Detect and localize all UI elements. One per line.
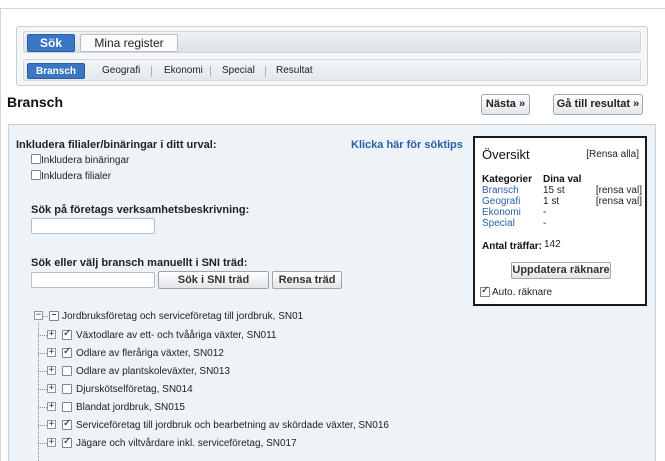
expand-icon[interactable]: +: [47, 366, 56, 375]
tab-my-registers[interactable]: Mina register: [80, 34, 178, 52]
subtab-bransch[interactable]: Bransch: [27, 63, 85, 79]
include-subsidiaries-label: Inkludera filialer: [41, 171, 112, 182]
subtab-divider: [151, 66, 152, 77]
expand-icon[interactable]: +: [47, 330, 56, 339]
subtab-divider: [265, 66, 266, 77]
tree-root-checkbox[interactable]: [49, 311, 59, 321]
clear-tree-button[interactable]: Rensa träd: [272, 271, 342, 289]
summary-col-selection: Dina val: [543, 174, 582, 185]
tree-branch-line: [38, 407, 47, 408]
update-counter-button[interactable]: Uppdatera räknare: [511, 262, 611, 279]
include-branches-checkbox[interactable]: [31, 154, 41, 164]
include-branches-label: Inkludera binäringar: [41, 155, 130, 166]
summary-category-link[interactable]: Special: [482, 218, 515, 229]
hits-label: Antal träffar:: [482, 241, 543, 252]
description-search-input[interactable]: [31, 218, 155, 234]
tree-branch-line: [38, 389, 47, 390]
tree-node-checkbox[interactable]: [62, 328, 72, 340]
auto-counter-checkbox[interactable]: [480, 285, 490, 297]
expand-icon[interactable]: +: [47, 402, 56, 411]
tree-branch-line: [38, 443, 47, 444]
tree-branch-line: [38, 371, 47, 372]
hits-count: 142: [544, 239, 561, 250]
summary-row: Ekonomi -: [482, 207, 642, 218]
clear-selection-link[interactable]: [rensa val]: [596, 196, 642, 207]
tree-branch-line: [38, 425, 47, 426]
navigation-bar: Sök Mina register Bransch Geografi Ekono…: [16, 26, 648, 86]
tree-node-label[interactable]: Odlare av plantskoleväxter, SN013: [76, 366, 230, 377]
summary-value: -: [543, 207, 547, 218]
summary-category-link[interactable]: Ekonomi: [482, 207, 521, 218]
tree-node-label[interactable]: Serviceföretag till jordbruk och bearbet…: [76, 420, 389, 431]
summary-row: Bransch 15 st [rensa val]: [482, 185, 642, 196]
summary-category-link[interactable]: Geografi: [482, 196, 520, 207]
tree-root-label[interactable]: Jordbruksföretag och serviceföretag till…: [62, 311, 303, 322]
search-tips-link[interactable]: Klicka här för söktips: [351, 139, 463, 151]
summary-box: Översikt [Rensa alla] Kategorier Dina va…: [473, 136, 647, 306]
description-search-label: Sök på företags verksamhetsbeskrivning:: [31, 204, 250, 216]
summary-value: 1 st: [543, 196, 560, 207]
sni-search-label: Sök eller välj bransch manuellt i SNI tr…: [31, 257, 248, 269]
summary-value: -: [543, 218, 547, 229]
page-title: Bransch: [7, 94, 64, 110]
summary-title: Översikt: [482, 147, 530, 162]
subtab-resultat[interactable]: Resultat: [276, 63, 313, 79]
main-tab-bar: Sök Mina register: [23, 31, 641, 53]
sub-tab-bar: Bransch Geografi Ekonomi Special Resulta…: [23, 59, 641, 81]
tree-node-label[interactable]: Växtodlare av ett- och tvååriga växter, …: [76, 330, 276, 341]
tree-branch-line: [38, 335, 47, 336]
subtab-geografi[interactable]: Geografi: [102, 63, 140, 79]
next-button[interactable]: Nästa »: [481, 94, 530, 115]
tree-guide-line: [38, 322, 39, 461]
tree-node-checkbox[interactable]: [62, 436, 72, 448]
filter-heading: Inkludera filialer/binäringar i ditt urv…: [16, 139, 217, 151]
tree-node-checkbox[interactable]: [62, 418, 72, 430]
tab-search[interactable]: Sök: [27, 34, 75, 52]
subtab-ekonomi[interactable]: Ekonomi: [164, 63, 203, 79]
subtab-special[interactable]: Special: [222, 63, 255, 79]
summary-row: Special -: [482, 218, 642, 229]
partial-check-icon: [52, 314, 56, 318]
tree-branch-line: [38, 353, 47, 354]
tree-node-label[interactable]: Odlare av fleråriga växter, SN012: [76, 348, 224, 359]
summary-value: 15 st: [543, 185, 565, 196]
include-subsidiaries-checkbox[interactable]: [31, 170, 41, 180]
tree-node-label[interactable]: Djurskötselföretag, SN014: [76, 384, 193, 395]
tree-node-checkbox[interactable]: [62, 384, 72, 394]
expand-icon[interactable]: +: [47, 438, 56, 447]
expand-icon[interactable]: +: [47, 420, 56, 429]
tree-node-label[interactable]: Jägare och viltvårdare inkl. serviceföre…: [76, 438, 297, 449]
auto-counter-label: Auto. räknare: [492, 287, 553, 298]
go-to-results-button[interactable]: Gå till resultat »: [553, 94, 643, 115]
clear-all-link[interactable]: [Rensa alla]: [586, 149, 639, 160]
sni-search-button[interactable]: Sök i SNI träd: [158, 271, 269, 289]
tree-node-checkbox[interactable]: [62, 402, 72, 412]
expand-icon[interactable]: +: [47, 384, 56, 393]
sni-search-input[interactable]: [31, 272, 155, 288]
clear-selection-link[interactable]: [rensa val]: [596, 185, 642, 196]
summary-col-category: Kategorier: [482, 174, 533, 185]
summary-category-link[interactable]: Bransch: [482, 185, 519, 196]
tree-node-checkbox[interactable]: [62, 366, 72, 376]
collapse-icon[interactable]: −: [34, 311, 43, 320]
summary-row: Geografi 1 st [rensa val]: [482, 196, 642, 207]
tree-node-label[interactable]: Blandat jordbruk, SN015: [76, 402, 185, 413]
expand-icon[interactable]: +: [47, 348, 56, 357]
tree-node-checkbox[interactable]: [62, 346, 72, 358]
tree-branch-line: [43, 316, 48, 317]
subtab-divider: [210, 66, 211, 77]
